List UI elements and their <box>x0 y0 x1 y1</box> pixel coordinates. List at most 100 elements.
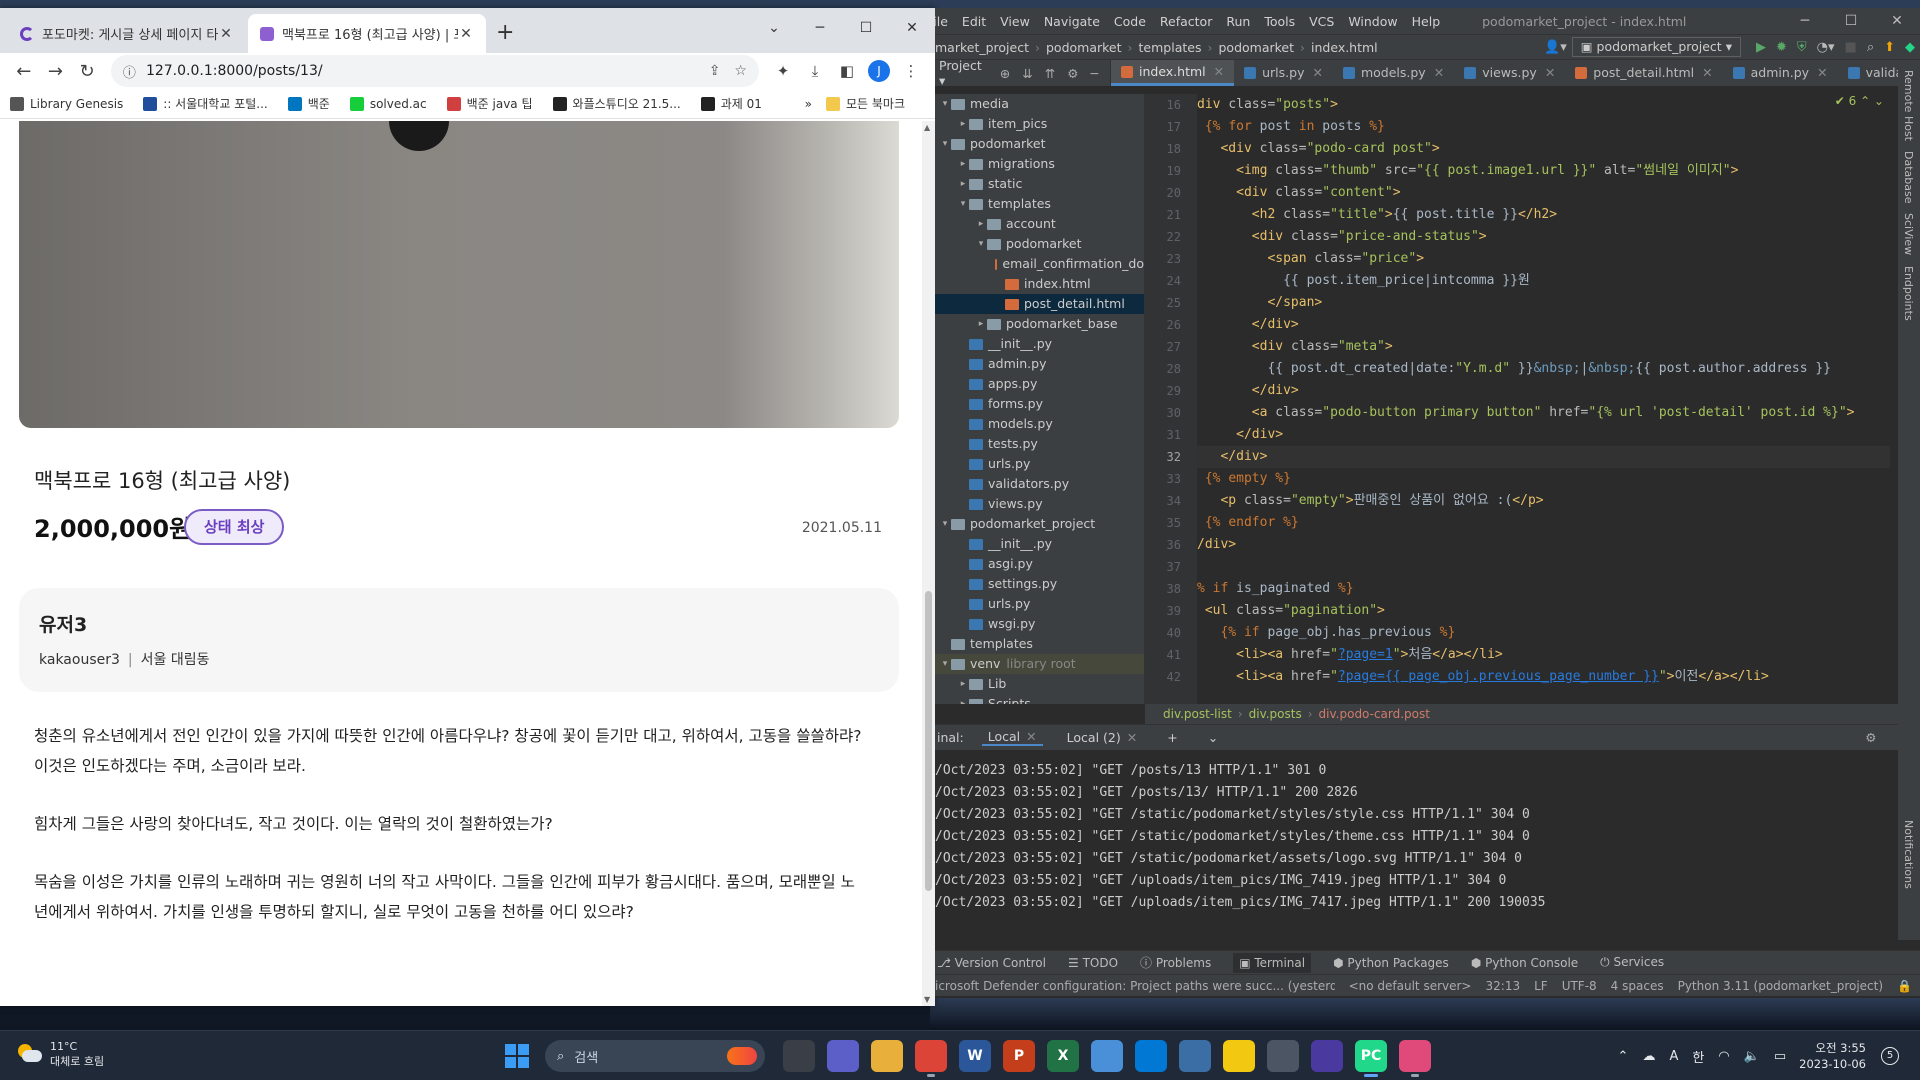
notepad-icon[interactable] <box>1179 1040 1211 1072</box>
side-tool-sciview[interactable]: SciView <box>1902 213 1915 255</box>
code-line[interactable]: 39 <ul class="pagination"> <box>1167 600 1890 622</box>
code-line[interactable]: 34 <p class="empty">판매중인 상품이 없어요 :(</p> <box>1167 490 1890 512</box>
menu-item-tools[interactable]: Tools <box>1264 14 1295 29</box>
windows-start-icon[interactable] <box>505 1044 529 1068</box>
editor-tab[interactable]: urls.py ✕ <box>1234 60 1333 86</box>
editor-tab[interactable]: post_detail.html ✕ <box>1565 60 1722 86</box>
code-line[interactable]: 24 {{ post.item_price|intcomma }}원 <box>1167 270 1890 292</box>
tree-toggle-icon[interactable]: ▸ <box>957 674 969 694</box>
editor-tab[interactable]: index.html ✕ <box>1110 60 1235 86</box>
close-icon[interactable]: ✕ <box>1312 60 1322 86</box>
tree-item[interactable]: admin.py <box>935 354 1144 374</box>
tool-window-terminal[interactable]: ▣ Terminal <box>1233 952 1312 973</box>
url-text[interactable]: 127.0.0.1:8000/posts/13/ <box>146 63 695 79</box>
tree-item[interactable]: ▸ migrations <box>935 154 1144 174</box>
bookmark-item[interactable]: Library Genesis <box>10 96 123 111</box>
code-line[interactable]: 32 </div> <box>1167 446 1890 468</box>
tool-window-python-console[interactable]: ⬢ Python Console <box>1471 956 1578 970</box>
code-line[interactable]: 36/div> <box>1167 534 1890 556</box>
close-tab-icon[interactable]: ✕ <box>458 26 474 42</box>
tree-toggle-icon[interactable]: ▸ <box>957 694 969 704</box>
close-icon[interactable]: ✕ <box>1127 730 1137 745</box>
tree-item[interactable]: tests.py <box>935 434 1144 454</box>
close-icon[interactable]: ✕ <box>1545 60 1555 86</box>
ime-alpha[interactable]: A <box>1669 1049 1678 1064</box>
stop-icon[interactable]: ■ <box>1845 40 1857 55</box>
tree-item[interactable]: post_detail.html <box>935 294 1144 314</box>
pycharm-icon[interactable]: PC <box>1355 1040 1387 1077</box>
terminal-tab[interactable]: Local ✕ <box>981 729 1043 746</box>
word-icon[interactable]: W <box>959 1040 991 1072</box>
tree-item[interactable]: asgi.py <box>935 554 1144 574</box>
minimize-icon[interactable]: ─ <box>1782 13 1828 29</box>
minimize-icon[interactable]: ─ <box>797 8 843 48</box>
browser-tab-active[interactable]: 맥북프로 16형 (최고급 사양) | 포 ✕ <box>248 14 486 53</box>
coverage-icon[interactable]: ⛨ <box>1797 40 1807 55</box>
site-info-icon[interactable]: ⓘ <box>123 62 136 81</box>
menu-kebab-icon[interactable]: ⋮ <box>895 62 927 80</box>
editor-tab[interactable]: admin.py ✕ <box>1723 60 1838 86</box>
bookmark-item[interactable]: solved.ac <box>349 96 427 111</box>
tree-item[interactable]: ▾ media <box>935 94 1144 114</box>
tree-toggle-icon[interactable]: ▸ <box>975 214 987 234</box>
browser-tab-inactive[interactable]: 포도마켓: 게시글 상세 페이지 타 ✕ <box>8 14 246 53</box>
tree-toggle-icon[interactable]: ▸ <box>957 154 969 174</box>
tree-item[interactable]: templates <box>935 634 1144 654</box>
indent-setting[interactable]: 4 spaces <box>1611 975 1664 996</box>
caret-position[interactable]: 32:13 <box>1486 975 1521 996</box>
taskbar-search[interactable]: ⌕ 검색 <box>545 1040 765 1072</box>
back-icon[interactable]: ← <box>8 61 40 82</box>
code-area[interactable]: 16 div class="posts"> 17 {% for post in po… <box>1167 94 1890 688</box>
close-icon[interactable]: ✕ <box>1817 60 1827 86</box>
extensions-icon[interactable]: ✦ <box>767 62 799 80</box>
close-window-icon[interactable]: ✕ <box>1874 13 1920 29</box>
code-line[interactable]: 41 <li><a href="?page=1">처음</a></li> <box>1167 644 1890 666</box>
scroll-down-icon[interactable]: ▼ <box>924 995 930 1004</box>
bookmark-item[interactable]: 과제 01 <box>700 95 762 112</box>
nav-crumb[interactable]: templates <box>1139 40 1202 55</box>
all-bookmarks-folder[interactable]: 모든 북마크 <box>825 95 905 112</box>
tree-item[interactable]: forms.py <box>935 394 1144 414</box>
tree-item[interactable]: ▸ Lib <box>935 674 1144 694</box>
chevron-down-icon[interactable]: ⌄ <box>1202 730 1224 745</box>
code-line[interactable]: 20 <div class="content"> <box>1167 182 1890 204</box>
close-tab-icon[interactable]: ✕ <box>218 26 234 42</box>
clock[interactable]: 오전 3:55 2023-10-06 <box>1799 1040 1866 1072</box>
tree-toggle-icon[interactable]: ▸ <box>957 114 969 134</box>
close-window-icon[interactable]: ✕ <box>889 8 935 48</box>
battery-icon[interactable]: ▭ <box>1774 1049 1786 1064</box>
tree-item[interactable]: email_confirmation_do <box>935 254 1144 274</box>
tree-toggle-icon[interactable]: ▾ <box>975 234 987 254</box>
code-line[interactable]: 22 <div class="price-and-status"> <box>1167 226 1890 248</box>
tree-item[interactable]: ▾ podomarket <box>935 134 1144 154</box>
menu-item-code[interactable]: Code <box>1114 14 1146 29</box>
run-config-select[interactable]: ▣ podomarket_project ▾ <box>1571 37 1741 57</box>
tree-item[interactable]: __init__.py <box>935 534 1144 554</box>
code-line[interactable]: 21 <h2 class="title">{{ post.title }}</h… <box>1167 204 1890 226</box>
nav-crumb[interactable]: podomarket <box>1046 40 1122 55</box>
interpreter[interactable]: Python 3.11 (podomarket_project) <box>1678 975 1883 996</box>
ime-hangul[interactable]: 한 <box>1692 1047 1704 1066</box>
menu-item-window[interactable]: Window <box>1348 14 1397 29</box>
tree-item[interactable]: ▾ podomarket_project <box>935 514 1144 534</box>
code-line[interactable]: 26 </div> <box>1167 314 1890 336</box>
bookmark-item[interactable]: 백준 <box>287 95 330 112</box>
code-line[interactable]: 42 <li><a href="?page={{ page_obj.previo… <box>1167 666 1890 688</box>
wifi-icon[interactable]: ◠ <box>1718 1049 1729 1064</box>
tool-window-version-control[interactable]: ⎇ Version Control <box>937 956 1046 970</box>
tool-window-services[interactable]: ⏻ Services <box>1600 955 1664 970</box>
code-line[interactable]: 27 <div class="meta"> <box>1167 336 1890 358</box>
gear-icon[interactable]: ⚙ <box>1865 730 1876 745</box>
code-line[interactable]: 18 <div class="podo-card post"> <box>1167 138 1890 160</box>
tree-toggle-icon[interactable]: ▾ <box>939 654 951 674</box>
menu-item-help[interactable]: Help <box>1412 14 1441 29</box>
close-icon[interactable]: ✕ <box>1702 60 1712 86</box>
code-line[interactable]: 35 {% endfor %} <box>1167 512 1890 534</box>
tree-toggle-icon[interactable]: ▾ <box>939 134 951 154</box>
tree-item[interactable]: __init__.py <box>935 334 1144 354</box>
close-icon[interactable]: ✕ <box>1026 729 1036 744</box>
tree-item[interactable]: ▾ podomarket <box>935 234 1144 254</box>
teams-icon[interactable] <box>827 1040 859 1072</box>
tree-toggle-icon[interactable]: ▸ <box>957 174 969 194</box>
locate-icon[interactable]: ⊕ <box>1000 66 1010 81</box>
